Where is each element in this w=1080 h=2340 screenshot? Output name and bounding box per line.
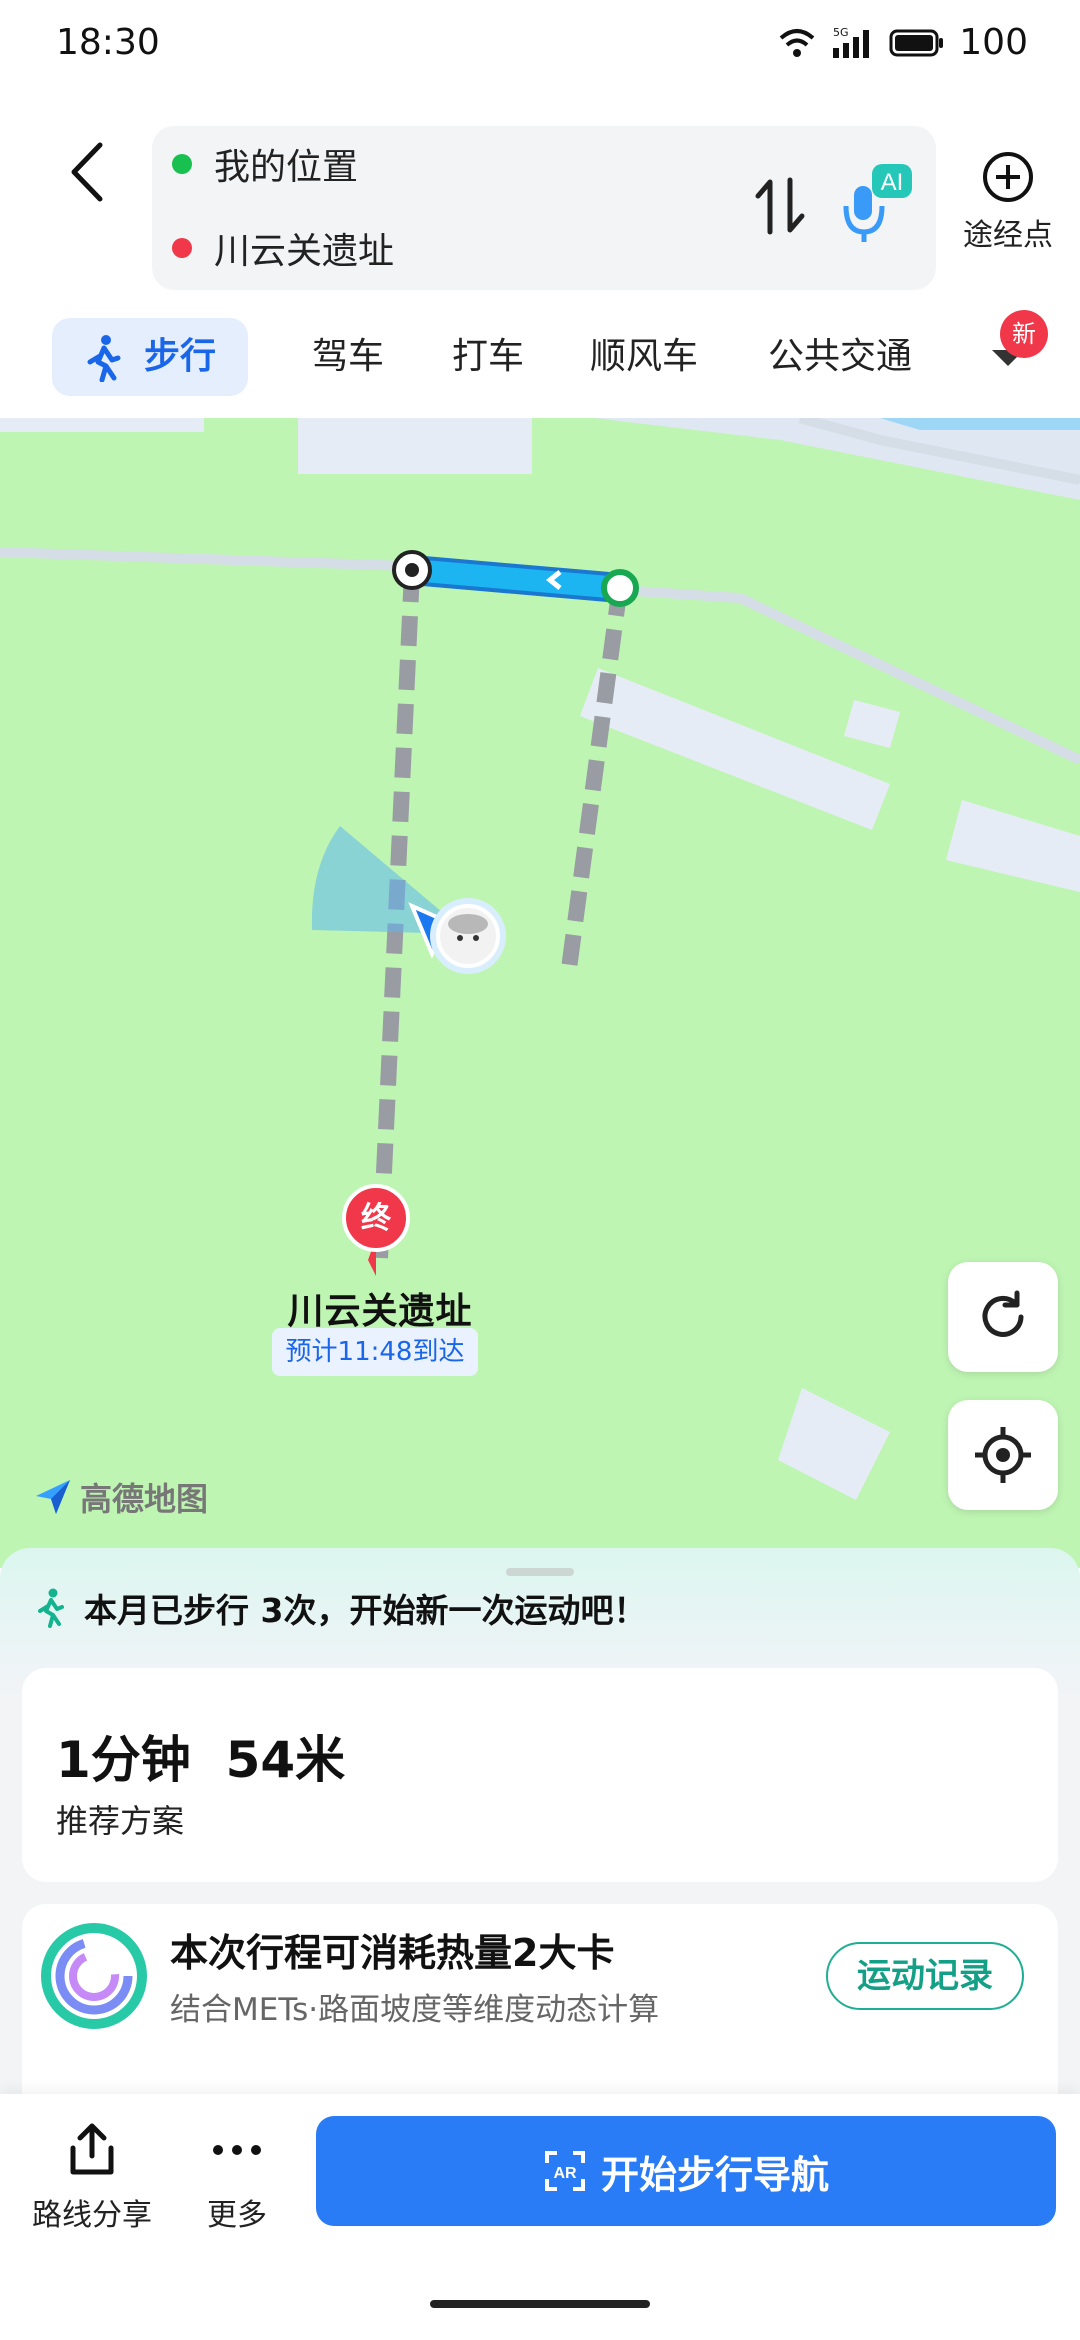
calorie-title: 本次行程可消耗热量2大卡 [170, 1931, 615, 1975]
route-summary: 1分钟 54米 [56, 1731, 346, 1789]
start-nav-label: 开始步行导航 [600, 2152, 829, 2197]
waypoint-label: 途经点 [963, 218, 1053, 253]
more-dots-icon [213, 2145, 261, 2155]
eta-badge: 预计11:48到达 [272, 1328, 478, 1376]
route-start-node [601, 569, 639, 607]
signal-icon: 5G [833, 26, 870, 58]
origin-field[interactable]: 我的位置 [172, 134, 358, 194]
refresh-route-button[interactable] [948, 1262, 1058, 1372]
tab-walk[interactable]: 步行 [52, 318, 248, 396]
destination-label: 川云关遗址 [214, 231, 395, 272]
walking-path [560, 584, 628, 978]
map-logo: 高德地图 [32, 1474, 208, 1520]
destination-map-label: 川云关遗址 [287, 1291, 473, 1332]
back-button[interactable] [56, 132, 116, 212]
tab-drive[interactable]: 驾车 [312, 318, 384, 396]
swap-icon [755, 177, 805, 235]
plus-circle-icon [983, 152, 1033, 202]
crosshair-icon [975, 1427, 1031, 1483]
svg-text:AI: AI [881, 169, 904, 196]
destination-field[interactable]: 川云关遗址 [172, 218, 394, 278]
wifi-icon [779, 28, 815, 57]
battery-level: 100 [959, 22, 1028, 63]
map-logo-text: 高德地图 [80, 1480, 209, 1518]
status-bar: 18:30 5G 100 [0, 0, 1080, 96]
chevron-left-icon [71, 142, 103, 202]
microphone-icon: AI [843, 164, 912, 242]
home-indicator[interactable] [430, 2300, 650, 2308]
activity-record-button[interactable]: 运动记录 [826, 1942, 1024, 2010]
add-waypoint-button[interactable]: 途经点 [956, 150, 1060, 270]
ai-voice-button[interactable]: AI [838, 160, 916, 244]
locate-me-button[interactable] [948, 1400, 1058, 1510]
start-walk-navigation-button[interactable]: AR 开始步行导航 [316, 2116, 1056, 2226]
map-building [0, 418, 204, 432]
more-button[interactable]: 更多 [182, 2120, 292, 2234]
map-building [298, 418, 532, 474]
battery-icon [889, 29, 944, 56]
walk-tip-text: 本月已步行 3次，开始新一次运动吧！ [84, 1591, 647, 1630]
map-building [580, 668, 890, 830]
share-icon [70, 2123, 114, 2175]
walk-tip: 本月已步行 3次，开始新一次运动吧！ [36, 1588, 646, 1630]
refresh-icon [982, 1290, 1024, 1337]
walking-icon [87, 335, 121, 382]
transport-tabs: 步行 驾车 打车 顺风车 公共交通 [0, 318, 1080, 398]
route-node-center [405, 563, 419, 577]
svg-text:AR: AR [553, 2165, 577, 2182]
sheet-drag-handle[interactable] [506, 1568, 574, 1576]
end-marker-text: 终 [361, 1201, 392, 1236]
swap-route-button[interactable] [752, 176, 808, 236]
tab-taxi[interactable]: 打车 [452, 318, 524, 396]
more-label: 更多 [207, 2198, 267, 2233]
ar-icon: AR [544, 2151, 585, 2191]
tab-walk-label: 步行 [144, 336, 217, 377]
share-label: 路线分享 [32, 2198, 152, 2233]
route-type-label: 推荐方案 [56, 1802, 185, 1840]
calorie-subtitle: 结合METs·路面坡度等维度动态计算 [170, 1992, 660, 2028]
avatar-hair [448, 914, 488, 934]
tab-carpool[interactable]: 顺风车 [590, 318, 698, 396]
tab-transit[interactable]: 公共交通 [768, 318, 912, 396]
origin-dot [172, 154, 192, 174]
svg-text:5G: 5G [833, 26, 849, 39]
map-canvas: 终 [0, 418, 1080, 1500]
share-route-button[interactable]: 路线分享 [20, 2120, 164, 2234]
map-view[interactable]: 终 [0, 418, 1080, 1568]
map-building [778, 1388, 890, 1500]
map-building [946, 800, 1080, 892]
new-badge: 新 [1000, 310, 1048, 358]
status-time: 18:30 [56, 22, 160, 63]
map-building [844, 700, 900, 748]
status-icons: 5G 100 [777, 22, 1028, 63]
amap-logo-icon [36, 1480, 70, 1514]
destination-dot [172, 238, 192, 258]
origin-label: 我的位置 [214, 147, 359, 188]
activity-ring-icon [41, 1923, 147, 2029]
walking-icon [38, 1588, 64, 1628]
